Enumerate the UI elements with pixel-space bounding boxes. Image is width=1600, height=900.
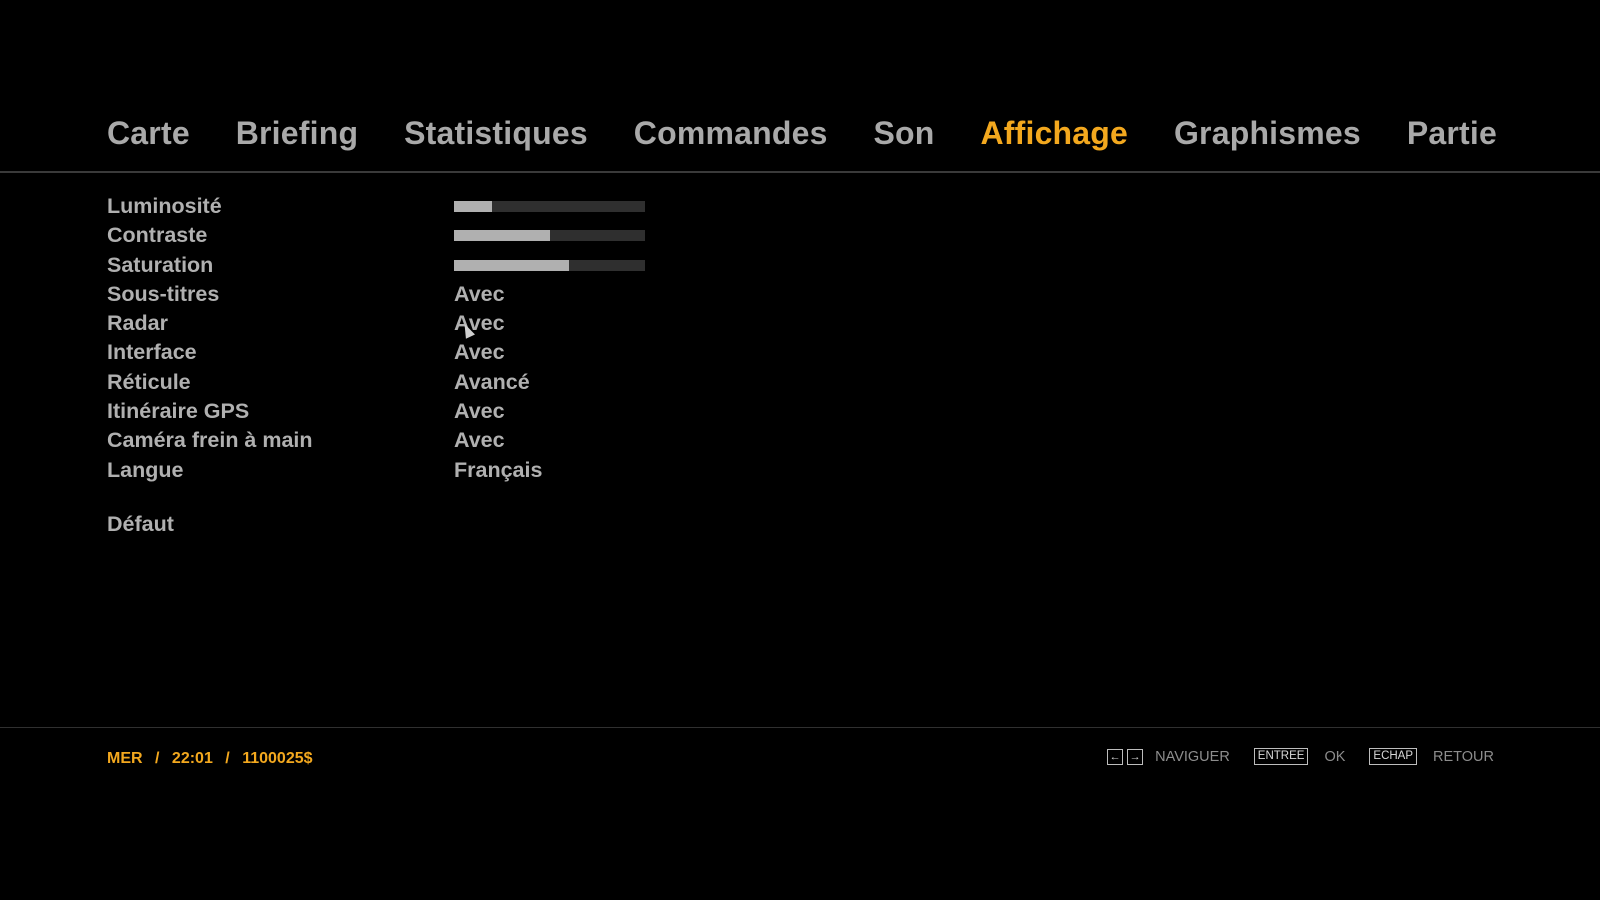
arrow-keys: ← → — [1107, 748, 1144, 765]
status-day: MER — [107, 750, 143, 767]
hint-back[interactable]: RETOUR — [1433, 749, 1494, 765]
setting-row-interface[interactable]: Interface Avec — [107, 338, 807, 367]
setting-row-itineraire-gps[interactable]: Itinéraire GPS Avec — [107, 397, 807, 426]
left-arrow-key-icon: ← — [1107, 748, 1124, 765]
default-button[interactable]: Défaut — [107, 512, 174, 537]
right-arrow-key-icon: → — [1127, 748, 1144, 765]
tab-graphismes[interactable]: Graphismes — [1174, 115, 1361, 152]
status-time: 22:01 — [171, 750, 213, 767]
setting-row-luminosite[interactable]: Luminosité — [107, 192, 807, 221]
setting-row-radar[interactable]: Radar Avec — [107, 309, 807, 338]
escape-key-icon: ECHAP — [1369, 748, 1418, 765]
setting-value-reticule[interactable]: Avancé — [454, 368, 530, 397]
status-bar: MER / 22:01 / 1100025$ — [107, 750, 313, 768]
display-settings-list: Luminosité Contraste Saturation Sous-tit… — [107, 192, 807, 485]
bottom-divider — [0, 727, 1600, 728]
setting-label-luminosite: Luminosité — [107, 194, 222, 218]
saturation-slider[interactable] — [454, 259, 645, 271]
setting-value-itineraire-gps[interactable]: Avec — [454, 397, 505, 426]
tab-briefing[interactable]: Briefing — [236, 115, 359, 152]
hint-ok[interactable]: OK — [1324, 749, 1345, 765]
setting-row-reticule[interactable]: Réticule Avancé — [107, 368, 807, 397]
tab-carte[interactable]: Carte — [107, 115, 190, 152]
setting-row-saturation[interactable]: Saturation — [107, 251, 807, 280]
setting-label-sous-titres: Sous-titres — [107, 281, 220, 306]
setting-value-sous-titres[interactable]: Avec — [454, 280, 505, 309]
enter-key-icon: ENTREE — [1253, 748, 1309, 765]
contraste-slider-fill — [454, 230, 550, 242]
setting-label-itineraire-gps: Itinéraire GPS — [107, 399, 250, 424]
setting-value-camera-frein[interactable]: Avec — [454, 426, 505, 455]
tab-statistiques[interactable]: Statistiques — [404, 115, 588, 152]
setting-label-camera-frein: Caméra frein à main — [107, 428, 313, 453]
tab-affichage[interactable]: Affichage — [980, 115, 1128, 152]
top-divider — [0, 171, 1600, 173]
contraste-slider[interactable] — [454, 230, 645, 242]
setting-label-saturation: Saturation — [107, 252, 214, 277]
luminosite-slider-fill — [454, 201, 493, 212]
tab-son[interactable]: Son — [874, 115, 935, 152]
setting-label-interface: Interface — [107, 340, 197, 365]
saturation-slider-fill — [454, 259, 569, 271]
setting-value-interface[interactable]: Avec — [454, 338, 505, 367]
tab-commandes[interactable]: Commandes — [634, 115, 828, 152]
status-separator: / — [155, 750, 160, 767]
luminosite-slider[interactable] — [454, 201, 645, 212]
setting-label-radar: Radar — [107, 311, 168, 336]
setting-label-reticule: Réticule — [107, 369, 191, 394]
setting-label-contraste: Contraste — [107, 223, 208, 248]
hint-navigate[interactable]: NAVIGUER — [1155, 749, 1230, 765]
status-money: 1100025$ — [242, 750, 313, 767]
setting-row-sous-titres[interactable]: Sous-titres Avec — [107, 280, 807, 309]
setting-value-radar[interactable]: Avec — [454, 309, 505, 338]
setting-row-langue[interactable]: Langue Français — [107, 456, 807, 485]
status-separator: / — [225, 750, 230, 767]
setting-label-langue: Langue — [107, 457, 184, 482]
setting-row-camera-frein[interactable]: Caméra frein à main Avec — [107, 426, 807, 455]
setting-row-contraste[interactable]: Contraste — [107, 221, 807, 250]
tab-partie[interactable]: Partie — [1407, 115, 1497, 152]
control-hints: ← → NAVIGUER ENTREE OK ECHAP RETOUR — [1107, 748, 1494, 765]
menu-tabs: Carte Briefing Statistiques Commandes So… — [107, 108, 1497, 158]
setting-value-langue[interactable]: Français — [454, 456, 542, 485]
